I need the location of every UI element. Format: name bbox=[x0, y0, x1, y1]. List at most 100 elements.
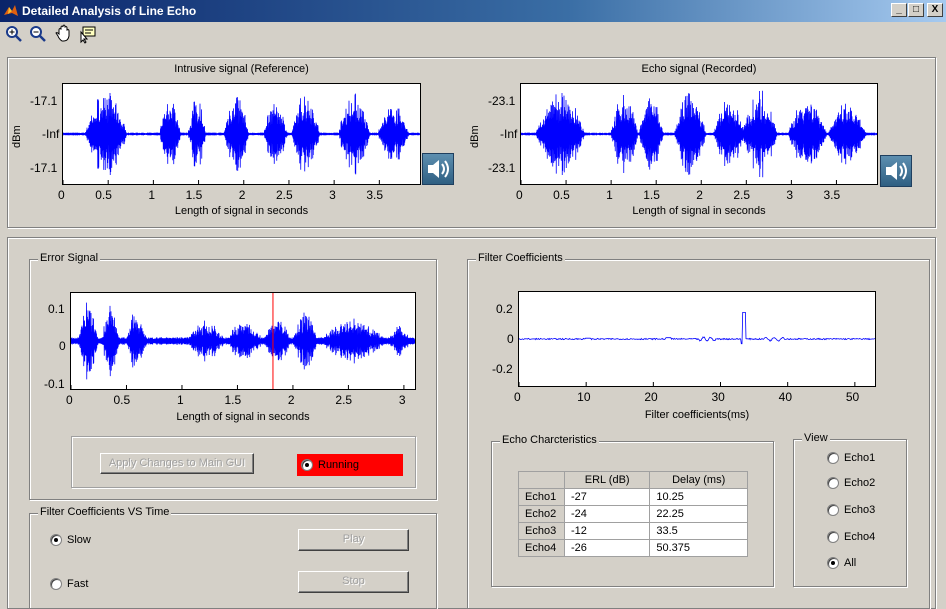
ytick: 0.1 bbox=[48, 302, 65, 316]
pan-icon[interactable] bbox=[54, 24, 74, 44]
slow-radio-dot[interactable] bbox=[50, 534, 62, 546]
running-indicator[interactable]: Running bbox=[297, 454, 403, 476]
signal-trace bbox=[519, 312, 875, 345]
maximize-button[interactable]: □ bbox=[908, 3, 924, 17]
delay-cell[interactable]: 50.375 bbox=[649, 539, 748, 557]
ytick: -23.1 bbox=[488, 94, 516, 108]
data-cursor-icon[interactable] bbox=[78, 24, 98, 44]
erl-cell[interactable]: -27 bbox=[563, 488, 651, 506]
xtick: 1.5 bbox=[185, 188, 203, 202]
view-echo1-radio[interactable]: Echo1 bbox=[827, 452, 875, 464]
ytick: -0.1 bbox=[44, 377, 65, 391]
erl-cell[interactable]: -24 bbox=[563, 505, 651, 523]
intrusive-xlabel: Length of signal in seconds bbox=[174, 205, 309, 217]
view-all-radio[interactable]: All bbox=[827, 557, 856, 569]
signal-trace bbox=[71, 302, 415, 380]
xtick: 20 bbox=[644, 390, 658, 404]
matlab-icon bbox=[4, 5, 18, 16]
xtick: 0.5 bbox=[553, 188, 570, 202]
row-header: Echo3 bbox=[518, 522, 565, 540]
radio-dot[interactable] bbox=[827, 531, 839, 543]
delay-cell[interactable]: 33.5 bbox=[649, 522, 748, 540]
xtick: 1.5 bbox=[224, 393, 242, 407]
apply-changes-button[interactable]: Apply Changes to Main GUI bbox=[100, 453, 254, 474]
fast-label: Fast bbox=[67, 578, 89, 590]
xtick: 0.5 bbox=[95, 188, 112, 202]
delay-cell[interactable]: 10.25 bbox=[649, 488, 748, 506]
running-radio[interactable] bbox=[301, 459, 313, 471]
ytick: -23.1 bbox=[488, 161, 516, 175]
xtick: 30 bbox=[711, 390, 725, 404]
zoom-in-icon[interactable] bbox=[4, 24, 24, 44]
row-header: Echo4 bbox=[518, 539, 565, 557]
error-signal-plot[interactable] bbox=[70, 292, 416, 390]
error-signal-legend: Error Signal bbox=[38, 252, 101, 264]
play-reference-speaker-button[interactable] bbox=[422, 153, 454, 185]
speaker-icon bbox=[428, 160, 449, 178]
signal-trace bbox=[521, 90, 877, 178]
intrusive-signal-plot[interactable] bbox=[62, 83, 421, 185]
intrusive-title: Intrusive signal (Reference) bbox=[174, 63, 309, 75]
play-echo-speaker-button[interactable] bbox=[880, 155, 912, 187]
stop-button[interactable]: Stop bbox=[298, 571, 409, 593]
column-header-delay: Delay (ms) bbox=[649, 471, 748, 489]
echo-characteristics-legend: Echo Charcteristics bbox=[500, 434, 599, 446]
signal-trace bbox=[63, 93, 420, 175]
xtick: 2.5 bbox=[733, 188, 750, 202]
xtick: 0 bbox=[66, 393, 73, 407]
minimize-button[interactable]: _ bbox=[891, 3, 907, 17]
ytick: -Inf bbox=[42, 127, 60, 141]
toolbar bbox=[0, 22, 946, 48]
xtick: 40 bbox=[778, 390, 793, 404]
echo-title: Echo signal (Recorded) bbox=[641, 63, 757, 75]
filter-coefficients-plot[interactable] bbox=[518, 291, 876, 387]
table-corner bbox=[518, 471, 565, 489]
radio-dot[interactable] bbox=[827, 557, 839, 569]
ytick: 0 bbox=[507, 332, 514, 346]
echo-xlabel: Length of signal in seconds bbox=[632, 205, 766, 217]
xtick: 2.5 bbox=[275, 188, 293, 202]
view-option-label: All bbox=[844, 557, 857, 569]
slow-label: Slow bbox=[67, 534, 91, 546]
xtick: 2 bbox=[238, 188, 246, 202]
view-legend: View bbox=[802, 432, 830, 444]
speaker-icon bbox=[886, 162, 907, 180]
xtick: 3 bbox=[329, 188, 336, 202]
ytick: -Inf bbox=[500, 127, 518, 141]
intrusive-ylabel: dBm bbox=[11, 125, 23, 148]
erl-cell[interactable]: -26 bbox=[563, 539, 651, 557]
zoom-out-icon[interactable] bbox=[28, 24, 48, 44]
xtick: 0.5 bbox=[113, 393, 131, 407]
row-header: Echo1 bbox=[518, 488, 565, 506]
radio-dot[interactable] bbox=[827, 452, 839, 464]
coefficients-trace bbox=[519, 312, 875, 386]
erl-cell[interactable]: -12 bbox=[563, 522, 651, 540]
xtick: 1 bbox=[606, 188, 613, 202]
waveform bbox=[71, 293, 415, 389]
view-option-label: Echo1 bbox=[844, 452, 876, 464]
radio-dot[interactable] bbox=[827, 477, 839, 489]
running-label: Running bbox=[318, 459, 359, 471]
fast-radio[interactable]: Fast bbox=[50, 578, 88, 590]
slow-radio[interactable]: Slow bbox=[50, 534, 91, 546]
filter-vs-time-group: Filter Coefficients VS Time bbox=[29, 506, 437, 609]
delay-cell[interactable]: 22.25 bbox=[649, 505, 748, 523]
xtick: 0 bbox=[516, 188, 523, 202]
view-echo2-radio[interactable]: Echo2 bbox=[827, 477, 875, 489]
xtick: 2 bbox=[287, 393, 295, 407]
xtick: 3 bbox=[398, 393, 406, 407]
view-option-label: Echo2 bbox=[844, 477, 876, 489]
view-echo3-radio[interactable]: Echo3 bbox=[827, 504, 875, 516]
fast-radio-dot[interactable] bbox=[50, 578, 62, 590]
close-button[interactable]: X bbox=[927, 3, 943, 17]
xtick: 3.5 bbox=[823, 188, 841, 202]
xtick: 1 bbox=[176, 393, 184, 407]
xtick: 2.5 bbox=[335, 393, 353, 407]
ytick: 0 bbox=[59, 339, 66, 353]
xtick: 2 bbox=[696, 188, 703, 202]
echo-signal-plot[interactable] bbox=[520, 83, 878, 185]
radio-dot[interactable] bbox=[827, 504, 839, 516]
play-button[interactable]: Play bbox=[298, 529, 409, 551]
view-echo4-radio[interactable]: Echo4 bbox=[827, 531, 875, 543]
ytick: -17.1 bbox=[30, 94, 58, 108]
